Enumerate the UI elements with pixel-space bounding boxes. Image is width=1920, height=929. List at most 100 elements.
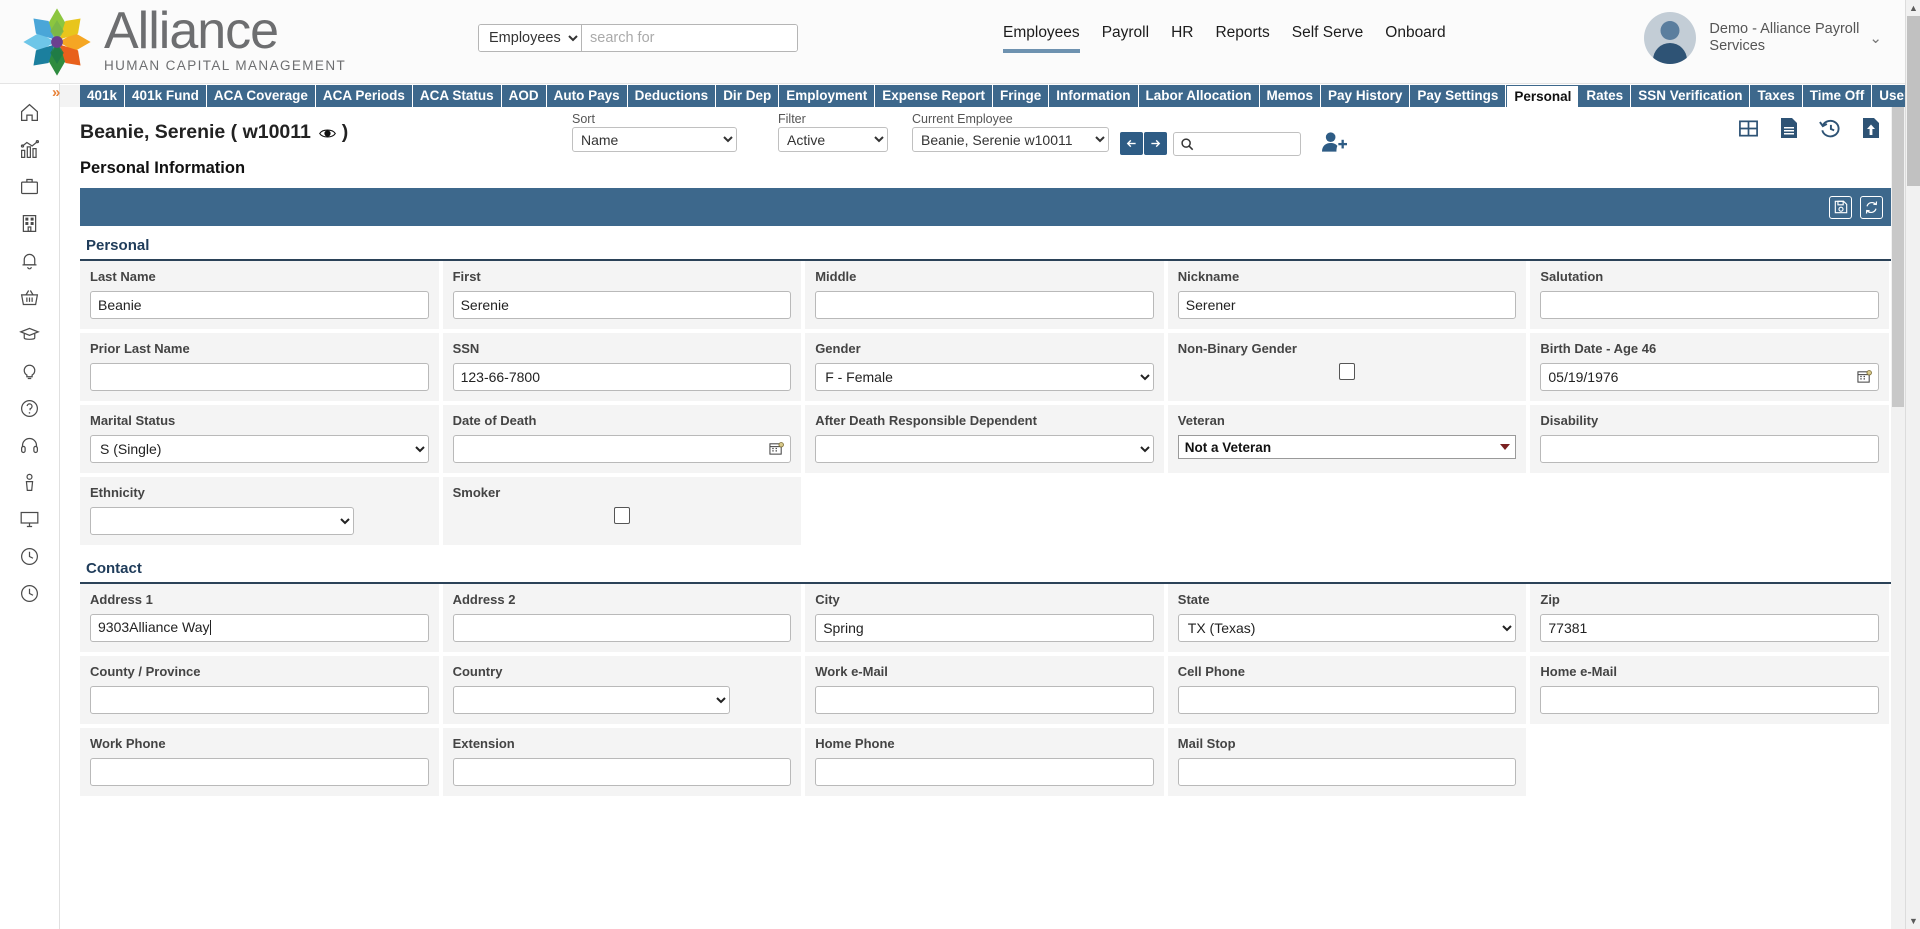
- sidebar-item-analytics[interactable]: [12, 131, 48, 168]
- upload-document-icon[interactable]: [1861, 117, 1881, 142]
- filter-select[interactable]: Active: [778, 127, 888, 152]
- tab-401k-fund[interactable]: 401k Fund: [125, 85, 207, 107]
- input-ssn[interactable]: [452, 363, 792, 391]
- input-work-e-mail[interactable]: [815, 686, 1154, 714]
- grid-view-icon[interactable]: [1738, 118, 1759, 142]
- input-address-2[interactable]: [452, 614, 792, 642]
- nav-payroll[interactable]: Payroll: [1102, 24, 1149, 49]
- select-veteran[interactable]: Not a Veteran: [1177, 435, 1517, 459]
- page-scrollbar-thumb[interactable]: [1907, 16, 1920, 186]
- tab-auto-pays[interactable]: Auto Pays: [546, 85, 628, 107]
- sort-select[interactable]: Name: [572, 127, 737, 152]
- sidebar-item-display[interactable]: [12, 501, 48, 538]
- checkbox-non-binary-gender[interactable]: [1339, 363, 1356, 380]
- input-mail-stop[interactable]: [1177, 758, 1517, 786]
- nav-employees[interactable]: Employees: [1003, 24, 1080, 53]
- sidebar-item-briefcase[interactable]: [12, 168, 48, 205]
- tab-taxes[interactable]: Taxes: [1750, 85, 1803, 107]
- tab-personal[interactable]: Personal: [1506, 85, 1580, 107]
- chevron-down-icon[interactable]: ⌄: [1869, 29, 1882, 47]
- tab-expense-report[interactable]: Expense Report: [875, 85, 993, 107]
- tab-aca-status[interactable]: ACA Status: [412, 85, 502, 107]
- sidebar-item-profile[interactable]: [12, 464, 48, 501]
- employee-search-box[interactable]: [1173, 132, 1301, 156]
- tab-rates[interactable]: Rates: [1579, 85, 1632, 107]
- select-country[interactable]: [452, 686, 731, 714]
- tab-deductions[interactable]: Deductions: [627, 85, 717, 107]
- tab-pay-history[interactable]: Pay History: [1321, 85, 1411, 107]
- select-state[interactable]: TX (Texas): [1177, 614, 1517, 642]
- sidebar-item-time-history[interactable]: [12, 575, 48, 612]
- sidebar-item-support[interactable]: [12, 427, 48, 464]
- tab-ssn-verification[interactable]: SSN Verification: [1631, 85, 1751, 107]
- sidebar-item-help[interactable]: [12, 390, 48, 427]
- tab-information[interactable]: Information: [1049, 85, 1139, 107]
- input-city[interactable]: [815, 614, 1154, 642]
- scroll-up-arrow[interactable]: ▲: [1906, 0, 1920, 16]
- select-marital-status[interactable]: S (Single): [90, 435, 429, 463]
- input-middle[interactable]: [815, 291, 1154, 319]
- nav-self-serve[interactable]: Self Serve: [1292, 24, 1364, 49]
- input-prior-last-name[interactable]: [90, 363, 429, 391]
- sidebar-item-ideas[interactable]: [12, 353, 48, 390]
- tab-employment[interactable]: Employment: [779, 85, 876, 107]
- calendar-icon[interactable]: [769, 441, 785, 459]
- brand-logo[interactable]: Alliance HUMAN CAPITAL MANAGEMENT: [14, 5, 346, 79]
- input-work-phone[interactable]: [90, 758, 429, 786]
- save-button[interactable]: [1829, 195, 1852, 219]
- refresh-button[interactable]: [1860, 195, 1883, 219]
- tab-fringe[interactable]: Fringe: [993, 85, 1050, 107]
- input-first[interactable]: [452, 291, 792, 319]
- tab-memos[interactable]: Memos: [1259, 85, 1322, 107]
- tab-dir-dep[interactable]: Dir Dep: [716, 85, 780, 107]
- tab-aca-coverage[interactable]: ACA Coverage: [206, 85, 316, 107]
- tab-labor-allocation[interactable]: Labor Allocation: [1138, 85, 1260, 107]
- calendar-icon[interactable]: [1857, 369, 1872, 387]
- input-date-of-death[interactable]: [452, 435, 792, 463]
- nav-onboard[interactable]: Onboard: [1385, 24, 1445, 49]
- input-extension[interactable]: [452, 758, 792, 786]
- sidebar-item-time[interactable]: [12, 538, 48, 575]
- sidebar-item-learning[interactable]: [12, 316, 48, 353]
- history-clock-icon[interactable]: [1819, 118, 1841, 142]
- select-gender[interactable]: F - Female: [815, 363, 1154, 391]
- search-scope-select[interactable]: Employees: [479, 25, 582, 51]
- view-ssn-eye-icon[interactable]: [319, 123, 337, 146]
- input-home-phone[interactable]: [815, 758, 1154, 786]
- select-ethnicity[interactable]: [90, 507, 355, 535]
- input-cell-phone[interactable]: [1177, 686, 1517, 714]
- input-birth-date-age-46[interactable]: [1540, 363, 1879, 391]
- input-last-name[interactable]: [90, 291, 429, 319]
- content-scrollbar[interactable]: [1891, 107, 1905, 929]
- scroll-down-arrow[interactable]: ▼: [1906, 913, 1920, 929]
- input-nickname[interactable]: [1177, 291, 1517, 319]
- previous-employee-button[interactable]: [1120, 132, 1143, 155]
- select-after-death-responsible-dependent[interactable]: [815, 435, 1154, 463]
- nav-reports[interactable]: Reports: [1215, 24, 1269, 49]
- document-icon[interactable]: [1779, 117, 1799, 142]
- sidebar-item-notifications[interactable]: [12, 242, 48, 279]
- input-home-e-mail[interactable]: [1540, 686, 1879, 714]
- content-scrollbar-thumb[interactable]: [1892, 107, 1904, 407]
- input-county-province[interactable]: [90, 686, 429, 714]
- page-scrollbar[interactable]: ▲ ▼: [1905, 0, 1920, 929]
- sidebar-item-marketplace[interactable]: [12, 279, 48, 316]
- add-employee-button[interactable]: [1322, 131, 1347, 156]
- current-employee-select[interactable]: Beanie, Serenie w10011: [912, 127, 1109, 152]
- tab-aod[interactable]: AOD: [501, 85, 547, 107]
- nav-hr[interactable]: HR: [1171, 24, 1193, 49]
- input-zip[interactable]: [1540, 614, 1879, 642]
- tab-time-off[interactable]: Time Off: [1802, 85, 1873, 107]
- sidebar-item-company[interactable]: [12, 205, 48, 242]
- sidebar-item-home[interactable]: [12, 94, 48, 131]
- tab-aca-periods[interactable]: ACA Periods: [315, 85, 413, 107]
- input-salutation[interactable]: [1540, 291, 1879, 319]
- sidebar-expand-icon[interactable]: »: [52, 84, 60, 101]
- tab-401k[interactable]: 401k: [80, 85, 126, 107]
- checkbox-smoker[interactable]: [613, 507, 630, 524]
- search-input[interactable]: [582, 25, 797, 51]
- user-profile-menu[interactable]: Demo - Alliance Payroll Services ⌄: [1644, 12, 1882, 64]
- input-address-1[interactable]: 9303Alliance Way: [90, 614, 429, 642]
- tab-pay-settings[interactable]: Pay Settings: [1410, 85, 1507, 107]
- input-disability[interactable]: [1540, 435, 1879, 463]
